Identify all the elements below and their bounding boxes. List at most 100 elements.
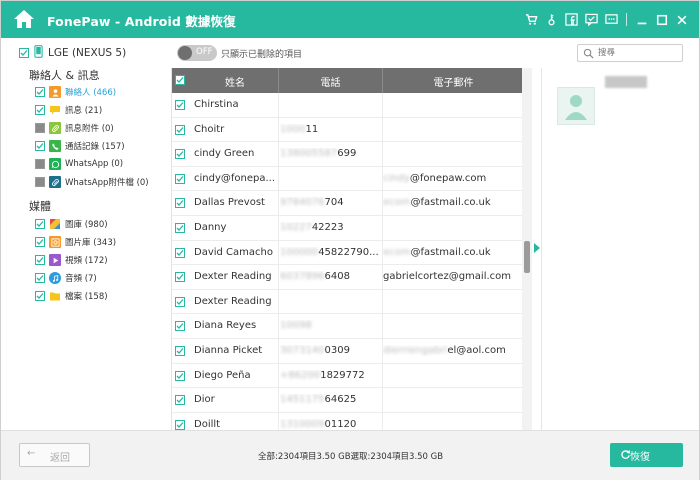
maximize-icon[interactable] — [655, 13, 669, 27]
cell-name: Danny — [194, 222, 227, 233]
sidebar-item-picture-library[interactable]: 圖片庫 (343) — [35, 235, 116, 249]
row-checkbox[interactable] — [175, 223, 185, 233]
sidebar-item-message-attachments[interactable]: 訊息附件 (0) — [35, 121, 114, 135]
back-button[interactable]: ← 返回 — [19, 443, 90, 467]
column-header-phone[interactable]: 電話 — [279, 74, 382, 89]
video-icon — [49, 254, 61, 266]
table-row[interactable]: David Camacho 10000045822790... ecom@fastm… — [172, 241, 523, 266]
table-row[interactable]: Dior 145117564625 — [172, 388, 523, 413]
table-row[interactable]: Dallas Prevost 9784076704 ecom@fastmail.co… — [172, 191, 523, 216]
cell-phone: 10098 — [280, 320, 380, 331]
sidebar-item-label: 檔案 (158) — [65, 292, 108, 302]
sidebar-item-label: 訊息 (21) — [65, 106, 103, 116]
table-row[interactable]: Doillt 131000901120 — [172, 413, 523, 430]
search-box[interactable] — [577, 44, 683, 62]
key-icon[interactable] — [544, 13, 558, 27]
deleted-only-toggle[interactable]: OFF — [177, 45, 217, 61]
table-row[interactable]: Dianna Picket 30731400309 dierriengabriel@… — [172, 339, 523, 364]
table-scrollbar[interactable] — [522, 68, 532, 430]
sidebar-item-audio[interactable]: 音頻 (7) — [35, 271, 97, 285]
row-checkbox[interactable] — [175, 247, 185, 258]
table-row[interactable]: cindy Green 138005587699 — [172, 142, 523, 167]
chat-icon[interactable] — [604, 13, 618, 27]
sidebar-item-contacts[interactable]: 聯絡人 (466) — [35, 85, 116, 99]
row-checkbox[interactable] — [175, 321, 185, 332]
home-icon[interactable] — [13, 9, 35, 29]
sidebar-item-call-log[interactable]: 通話記錄 (157) — [35, 139, 125, 153]
cell-name: Dexter Reading — [194, 295, 272, 307]
row-checkbox[interactable] — [175, 124, 185, 135]
sidebar-item-label: 音頻 (7) — [65, 274, 97, 284]
sidebar-item-gallery[interactable]: 圖庫 (980) — [35, 217, 108, 231]
cell-phone: 30731400309 — [280, 345, 380, 356]
table-row[interactable]: Danny 1022742223 — [172, 216, 523, 241]
minimize-icon[interactable] — [635, 13, 649, 27]
facebook-icon[interactable] — [564, 13, 578, 27]
cell-phone: 145117564625 — [280, 394, 380, 405]
cell-phone-redacted: +86200 — [280, 369, 321, 381]
device-checkbox[interactable] — [19, 48, 29, 58]
column-header-name[interactable]: 姓名 — [192, 74, 278, 89]
table-row[interactable]: cindy@fonepa... cindy@fonepaw.com — [172, 167, 523, 192]
cell-phone-redacted: 1451175 — [280, 394, 325, 406]
sidebar-item-video[interactable]: 視頻 (172) — [35, 253, 108, 267]
cell-phone: +862001829772 — [280, 370, 380, 381]
table-row[interactable]: Choitr 100011 — [172, 118, 523, 143]
whatsapp-attachment-icon — [49, 176, 61, 188]
cell-name: Dianna Picket — [194, 345, 263, 356]
cell-phone: 138005587699 — [280, 148, 380, 159]
cell-email-value: @fastmail.co.uk — [410, 246, 491, 258]
row-checkbox[interactable] — [175, 419, 185, 430]
cell-email: cindy@fonepaw.com — [383, 173, 523, 184]
cell-phone-value: 01120 — [324, 418, 357, 430]
select-all-checkbox[interactable] — [175, 75, 185, 85]
sidebar-item-documents[interactable]: 檔案 (158) — [35, 289, 108, 303]
row-checkbox[interactable] — [175, 370, 185, 381]
cell-email-redacted: ecom — [383, 197, 411, 209]
cell-email: ecom@fastmail.co.uk — [383, 247, 523, 258]
device-row[interactable]: LGE (NEXUS 5) — [19, 45, 126, 61]
cell-name: cindy Green — [194, 148, 255, 160]
contacts-icon — [49, 86, 61, 98]
table-row[interactable]: Chirstina — [172, 93, 523, 118]
cell-phone-value: 1829772 — [320, 369, 365, 381]
scroll-thumb[interactable] — [524, 241, 530, 273]
section-contacts-messages: 聯絡人 & 訊息 — [29, 69, 100, 82]
row-checkbox[interactable] — [175, 100, 185, 110]
selection-summary: 全部:2304項目3.50 GB選取:2304項目3.50 GB — [258, 452, 444, 462]
row-checkbox[interactable] — [175, 149, 185, 160]
feedback-icon[interactable] — [584, 13, 598, 27]
row-checkbox[interactable] — [175, 173, 185, 184]
sidebar: LGE (NEXUS 5) 聯絡人 & 訊息 聯絡人 (466) 訊息 (21)… — [1, 38, 171, 430]
device-name: LGE (NEXUS 5) — [48, 47, 127, 59]
gallery-icon — [49, 218, 61, 230]
close-icon[interactable] — [675, 13, 689, 27]
cell-email-value: gabrielcortez@gmail.com — [383, 271, 512, 283]
bottom-bar: ← 返回 全部:2304項目3.50 GB選取:2304項目3.50 GB 恢復 — [1, 430, 699, 480]
row-checkbox[interactable] — [175, 346, 185, 356]
cell-phone: 131000901120 — [280, 419, 380, 430]
table-row[interactable]: Dexter Reading — [172, 290, 523, 315]
restore-button[interactable]: 恢復 — [610, 443, 683, 467]
column-header-email[interactable]: 電子郵件 — [383, 74, 523, 89]
search-input[interactable] — [598, 46, 680, 60]
expand-arrow-icon[interactable] — [534, 243, 540, 253]
cell-email: dierriengabriel@aol.com — [383, 345, 523, 356]
row-checkbox[interactable] — [175, 272, 185, 283]
cell-name: David Camacho — [194, 246, 273, 258]
document-icon — [49, 290, 61, 302]
sidebar-item-messages[interactable]: 訊息 (21) — [35, 103, 102, 117]
row-checkbox[interactable] — [175, 395, 185, 406]
table-row[interactable]: Dexter Reading 60378966408 gabrielcortez@g… — [172, 265, 523, 290]
cell-phone-value: 6408 — [324, 271, 350, 283]
cart-icon[interactable] — [524, 13, 538, 27]
table-row[interactable]: Diana Reyes 10098 — [172, 314, 523, 339]
cell-phone: 1022742223 — [280, 222, 380, 233]
sidebar-item-whatsapp-attachments[interactable]: WhatsApp附件檔 (0) — [35, 175, 149, 189]
table-row[interactable]: Diego Peña +862001829772 — [172, 364, 523, 389]
cell-phone: 9784076704 — [280, 197, 380, 208]
sidebar-item-whatsapp[interactable]: WhatsApp (0) — [35, 157, 123, 171]
cell-name: Dexter Reading — [194, 271, 272, 283]
row-checkbox[interactable] — [175, 198, 185, 209]
row-checkbox[interactable] — [175, 296, 185, 307]
